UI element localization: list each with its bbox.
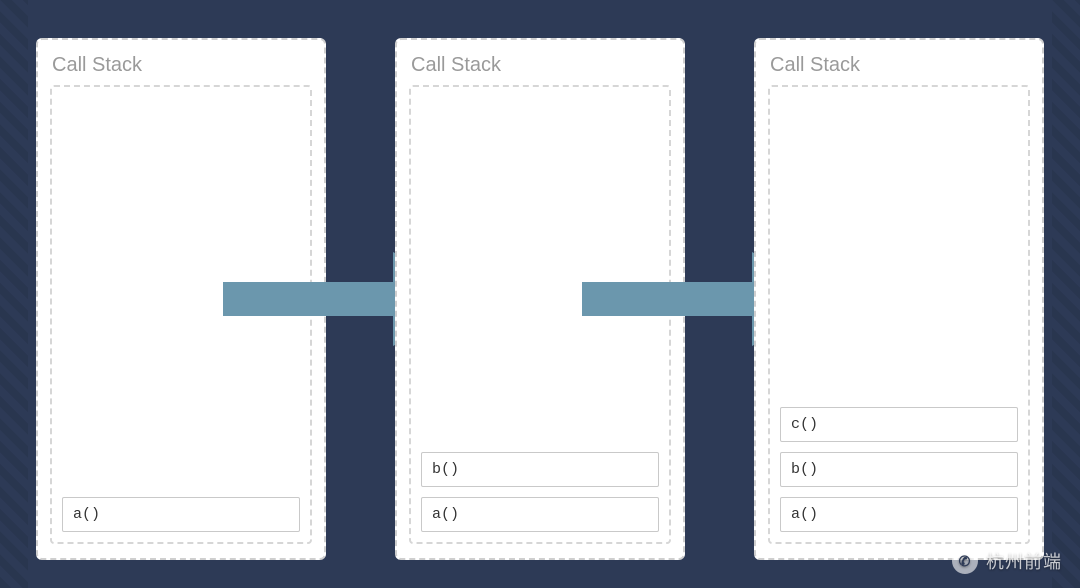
- stack-frame: b(): [780, 452, 1018, 487]
- stack-frame: a(): [62, 497, 300, 532]
- call-stack-body: a(): [50, 85, 312, 544]
- call-stack-body: c() b() a(): [768, 85, 1030, 544]
- call-stack-body: b() a(): [409, 85, 671, 544]
- stack-frame: c(): [780, 407, 1018, 442]
- arrow-gap-2: [692, 38, 748, 560]
- call-stack-title: Call Stack: [52, 54, 312, 77]
- wechat-icon: ✆: [952, 548, 978, 574]
- stack-col-2: Call Stack b() a(): [395, 38, 685, 560]
- stack-frame: a(): [780, 497, 1018, 532]
- call-stack-title: Call Stack: [770, 54, 1030, 77]
- stack-frame: b(): [421, 452, 659, 487]
- stack-col-3: Call Stack c() b() a(): [754, 38, 1044, 560]
- arrow-gap-1: [333, 38, 389, 560]
- stack-col-1: Call Stack a(): [36, 38, 326, 560]
- stack-frame: a(): [421, 497, 659, 532]
- call-stack-panel: Call Stack a(): [36, 38, 326, 560]
- diagram-stage: Call Stack a() Call Stack b() a(): [0, 0, 1080, 588]
- watermark: ✆ 杭州前端: [952, 548, 1062, 574]
- call-stack-title: Call Stack: [411, 54, 671, 77]
- watermark-label: 杭州前端: [986, 548, 1062, 574]
- call-stack-panel: Call Stack c() b() a(): [754, 38, 1044, 560]
- call-stack-panel: Call Stack b() a(): [395, 38, 685, 560]
